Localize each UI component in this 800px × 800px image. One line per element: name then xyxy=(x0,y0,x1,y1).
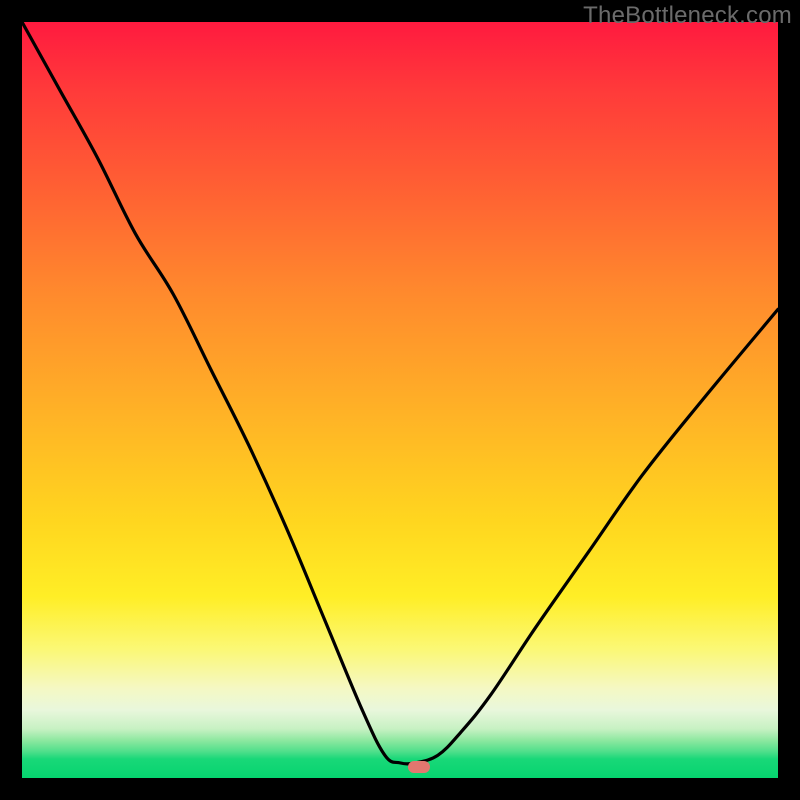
chart-frame: TheBottleneck.com xyxy=(0,0,800,800)
bottleneck-curve xyxy=(22,22,778,778)
watermark-text: TheBottleneck.com xyxy=(583,2,792,30)
plot-area xyxy=(22,22,778,778)
optimal-point-marker xyxy=(408,761,430,773)
